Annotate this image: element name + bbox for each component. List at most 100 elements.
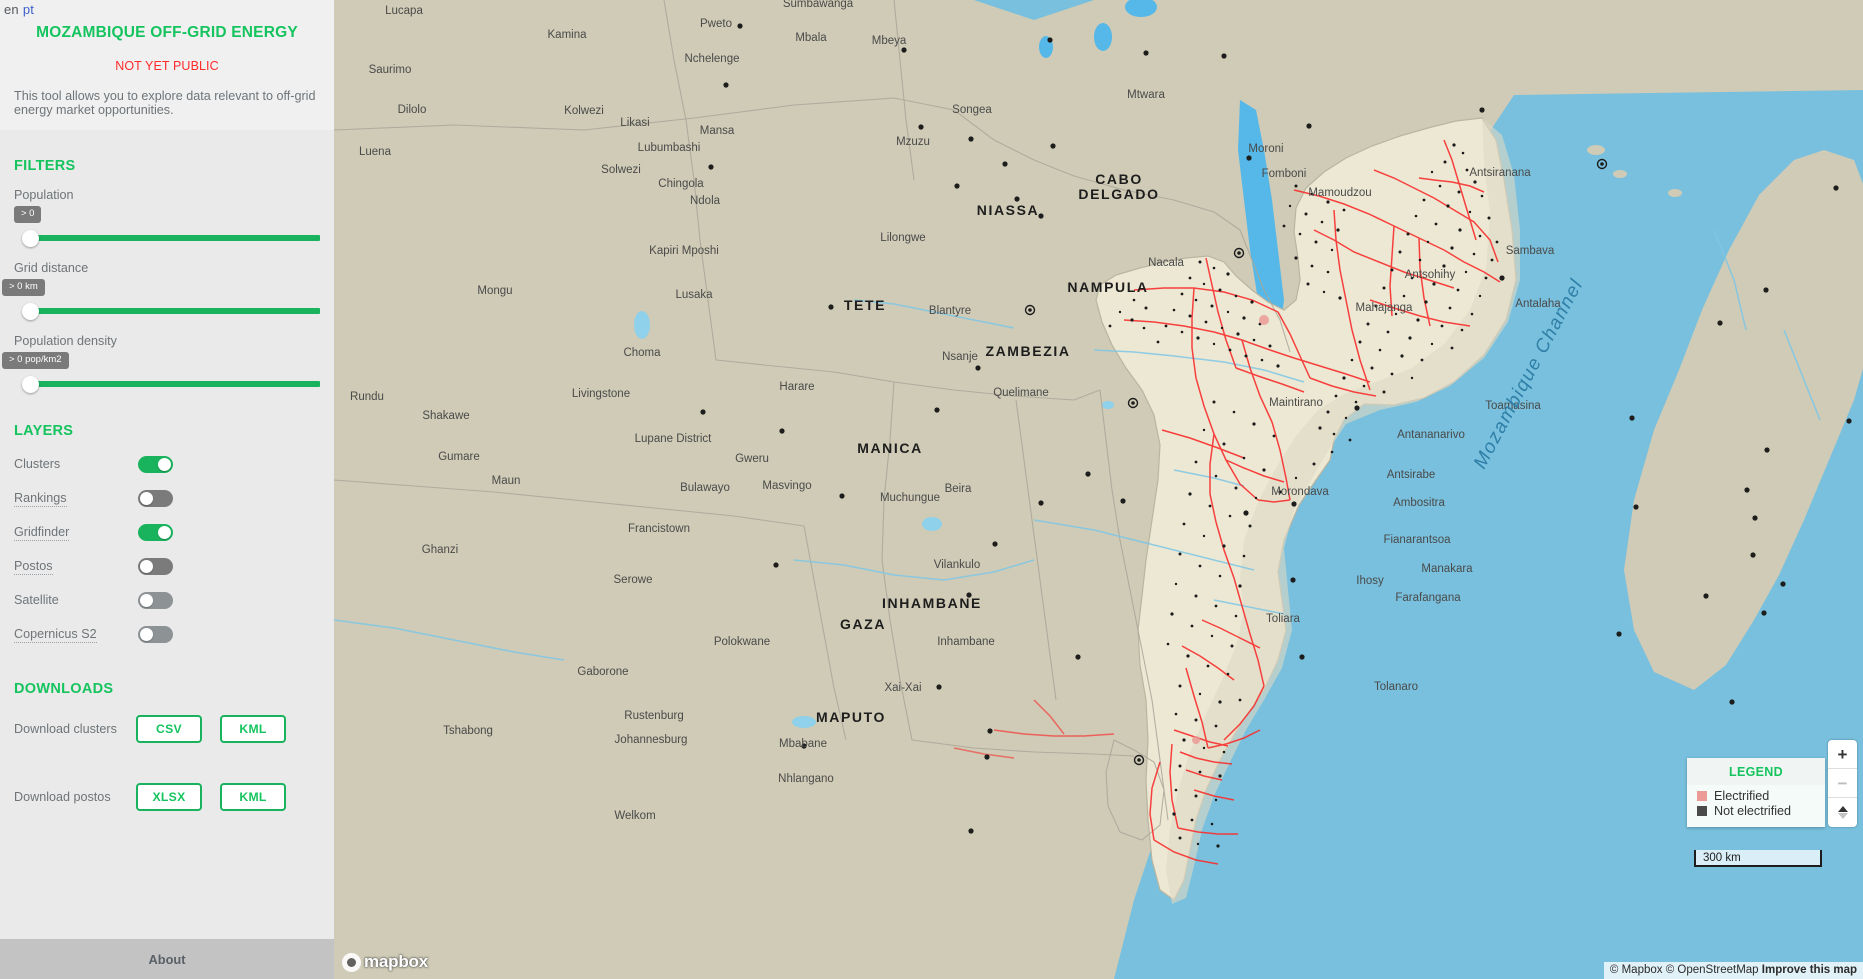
download-row-clusters: Download clusters CSV KML: [14, 715, 320, 743]
map-city-label: Masvingo: [762, 480, 811, 492]
mapbox-mark-icon: [342, 952, 361, 972]
language-switcher[interactable]: en pt: [4, 2, 34, 17]
mapbox-logo[interactable]: mapbox: [342, 951, 428, 973]
filter-label-grid-distance: Grid distance: [14, 261, 89, 275]
map-city-label: Likasi: [620, 117, 649, 129]
map-city-label: Lucapa: [385, 5, 423, 17]
map-city-label: Nhlangano: [778, 773, 834, 785]
slider-handle-population-density[interactable]: [22, 376, 39, 393]
page-title: MOZAMBIQUE OFF-GRID ENERGY: [36, 24, 298, 41]
map-city-label: Sumbawanga: [783, 0, 854, 10]
filter-label-population: Population: [14, 188, 74, 202]
map-city-label: Antsirabe: [1387, 469, 1436, 481]
map-city-label: Quelimane: [993, 387, 1049, 399]
layer-toggle-gridfinder[interactable]: [138, 523, 173, 541]
sidebar-panel: FILTERS Population > 0 Grid distance > 0…: [0, 158, 334, 811]
map-city-label: Mongu: [477, 285, 512, 297]
legend-title: LEGEND: [1687, 758, 1825, 785]
zoom-in-button[interactable]: +: [1828, 740, 1857, 769]
layer-toggle-copernicus-s2[interactable]: [138, 625, 173, 643]
map-province-label: CABO: [1095, 171, 1143, 187]
map-city-label: Toliara: [1266, 613, 1300, 625]
about-button[interactable]: About: [0, 939, 334, 979]
map-city-label: Morondava: [1271, 486, 1329, 498]
download-postos-xlsx-button[interactable]: XLSX: [136, 783, 202, 811]
layer-toggle-postos[interactable]: [138, 557, 173, 575]
layer-row-rankings: Rankings: [14, 489, 320, 507]
map-city-label: Maintirano: [1269, 397, 1323, 409]
slider-population-density[interactable]: [14, 375, 320, 393]
layer-toggle-satellite[interactable]: [138, 591, 173, 609]
legend-label-not-electrified: Not electrified: [1714, 804, 1791, 818]
map-province-label: ZAMBEZIA: [985, 343, 1070, 359]
slider-population[interactable]: [14, 229, 320, 247]
download-postos-kml-button[interactable]: KML: [220, 783, 286, 811]
map-city-label: Saurimo: [369, 64, 412, 76]
slider-handle-population[interactable]: [22, 230, 39, 247]
filter-value-population-density: > 0 pop/km2: [2, 352, 69, 369]
slider-handle-grid-distance[interactable]: [22, 303, 39, 320]
layer-toggle-clusters[interactable]: [138, 455, 173, 473]
toggle-knob: [140, 593, 153, 607]
map-province-label: NIASSA: [977, 202, 1040, 218]
map-city-label: Nacala: [1148, 257, 1184, 269]
map-city-label: Maun: [492, 475, 521, 487]
map-city-label: Mtwara: [1127, 89, 1165, 101]
legend-item-not-electrified: Not electrified: [1697, 804, 1825, 818]
map-city-label: Dilolo: [398, 104, 427, 116]
map-city-label: Gumare: [438, 451, 480, 463]
map-city-label: Nchelenge: [685, 53, 740, 65]
map-province-label: MAPUTO: [816, 709, 886, 725]
map-city-label: Antsiranana: [1469, 167, 1531, 179]
map-city-label: Songea: [952, 104, 992, 116]
legend-label-electrified: Electrified: [1714, 789, 1770, 803]
map-city-label: Beira: [945, 483, 972, 495]
map-attribution[interactable]: © Mapbox © OpenStreetMap Improve this ma…: [1603, 962, 1863, 979]
map-city-label: Fomboni: [1262, 168, 1307, 180]
downloads-section: DOWNLOADS Download clusters CSV KML Down…: [14, 681, 320, 811]
attribution-mapbox-link[interactable]: © Mapbox: [1610, 964, 1663, 976]
map-city-label: Manakara: [1421, 563, 1473, 575]
map-province-label: DELGADO: [1078, 186, 1159, 202]
download-clusters-csv-button[interactable]: CSV: [136, 715, 202, 743]
map-province-label: GAZA: [840, 616, 886, 632]
layer-toggle-rankings[interactable]: [138, 489, 173, 507]
map-city-label: Lusaka: [675, 289, 713, 301]
filter-value-population: > 0: [14, 206, 42, 223]
download-clusters-kml-button[interactable]: KML: [220, 715, 286, 743]
language-alternate-link[interactable]: pt: [23, 2, 34, 17]
layer-label-rankings[interactable]: Rankings: [14, 491, 67, 507]
language-current: en: [4, 2, 19, 17]
layer-label-gridfinder[interactable]: Gridfinder: [14, 525, 70, 541]
intro-description: This tool allows you to explore data rel…: [14, 89, 316, 118]
map-province-label: TETE: [844, 297, 886, 313]
map-city-label: Inhambane: [937, 636, 995, 648]
zoom-out-button[interactable]: −: [1828, 769, 1857, 798]
map-city-label: Shakawe: [422, 410, 469, 422]
slider-track-population: [26, 235, 320, 241]
map-city-label: Moroni: [1248, 143, 1283, 155]
layer-row-clusters: Clusters: [14, 455, 320, 473]
map-province-label: NAMPULA: [1067, 279, 1148, 295]
toggle-knob: [140, 627, 153, 641]
layer-label-clusters: Clusters: [14, 457, 61, 471]
download-row-postos: Download postos XLSX KML: [14, 783, 320, 811]
layer-label-copernicus-s2[interactable]: Copernicus S2: [14, 627, 97, 643]
map-city-label: Rustenburg: [624, 710, 683, 722]
attribution-osm-link[interactable]: © OpenStreetMap: [1666, 964, 1759, 976]
attribution-improve-link[interactable]: Improve this map: [1762, 964, 1857, 976]
map-zoom-controls[interactable]: + −: [1828, 740, 1857, 827]
map-city-label: Ambositra: [1393, 497, 1445, 509]
map-city-label: Kapiri Mposhi: [649, 245, 719, 257]
slider-track-population-density: [26, 381, 320, 387]
filter-value-grid-distance: > 0 km: [2, 279, 45, 296]
mapbox-wordmark: mapbox: [364, 952, 428, 971]
toggle-knob: [140, 491, 153, 505]
compass-icon[interactable]: [1828, 798, 1857, 827]
map-canvas[interactable]: Lucapa Sumbawanga Saurimo Kamina Mbala Mbeya P…: [334, 0, 1863, 979]
map-city-label: Mbala: [795, 32, 827, 44]
layer-label-postos[interactable]: Postos: [14, 559, 53, 575]
slider-grid-distance[interactable]: [14, 302, 320, 320]
filters-section: FILTERS Population > 0 Grid distance > 0…: [2, 158, 320, 393]
layer-row-postos: Postos: [14, 557, 320, 575]
